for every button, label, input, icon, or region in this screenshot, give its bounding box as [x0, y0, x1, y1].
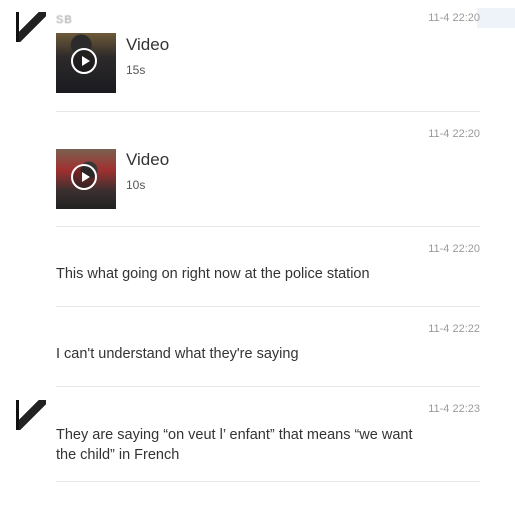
video-label: Video: [126, 150, 170, 169]
play-icon[interactable]: [71, 164, 97, 190]
divider: [56, 226, 480, 227]
divider: [56, 386, 480, 387]
message-time: 11-4 22:20: [428, 128, 480, 140]
message-time: 11-4 22:22: [428, 323, 480, 335]
video-attachment[interactable]: [56, 33, 116, 93]
message-text: They are saying “on veut l’ enfant” that…: [56, 427, 413, 463]
sender-name[interactable]: _ _ _ _ _ _ _: [56, 134, 130, 144]
divider: [56, 111, 480, 112]
corner-badge: [477, 8, 515, 28]
message-text: I can't understand what they're saying: [56, 346, 299, 362]
sender-name[interactable]: SB_ _ _ _: [56, 14, 113, 24]
divider: [56, 306, 480, 307]
divider: [56, 481, 480, 482]
video-label: Video: [126, 35, 170, 54]
play-icon[interactable]: [71, 48, 97, 74]
avatar[interactable]: [16, 400, 46, 430]
sender-name[interactable]: _ _ _ _ _ _: [56, 326, 119, 336]
sender-name[interactable]: _ _ _ _ _ _: [56, 406, 119, 416]
avatar[interactable]: [16, 12, 46, 42]
message-time: 11-4 22:20: [428, 12, 480, 24]
video-duration: 15s: [126, 63, 146, 77]
video-attachment[interactable]: [56, 149, 116, 209]
sender-name[interactable]: _ _ _ _ _ _: [56, 246, 119, 256]
message-time: 11-4 22:20: [428, 243, 480, 255]
message-text: This what going on right now at the poli…: [56, 266, 370, 282]
video-duration: 10s: [126, 178, 146, 192]
message-time: 11-4 22:23: [428, 403, 480, 415]
